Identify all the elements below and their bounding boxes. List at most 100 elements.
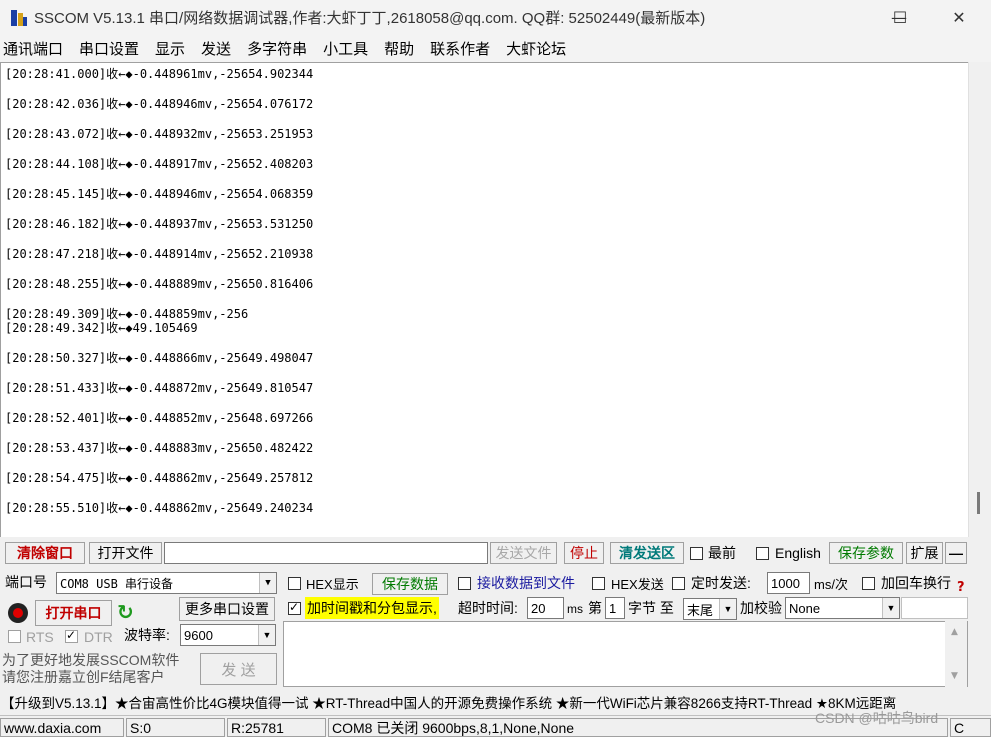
hex-send-label: HEX发送 (611, 576, 664, 592)
checksum-select-value: None (789, 600, 821, 616)
sscom-window: SSCOM V5.13.1 串口/网络数据调试器,作者:大虾丁丁,2618058… (0, 0, 991, 737)
hex-send-checkbox[interactable] (592, 577, 605, 590)
chevron-down-icon: ▼ (259, 573, 276, 593)
menu-display[interactable]: 显示 (155, 38, 185, 59)
add-crlf-checkbox[interactable] (862, 577, 875, 590)
maximize-button[interactable]: ☐ (877, 0, 923, 35)
chevron-down-icon: ▼ (258, 625, 275, 645)
save-params-button[interactable]: 保存参数 (829, 542, 903, 564)
receive-line: [20:28:50.327]收←◆-0.448866mv,-25649.4980… (5, 351, 314, 365)
timestamp-label: 加时间戳和分包显示, (305, 597, 439, 619)
send-area-scrollbar[interactable]: ▲ ▼ (945, 621, 967, 687)
dtr-checkbox[interactable] (65, 628, 78, 643)
checksum-result-field (901, 597, 968, 619)
help-question-icon[interactable]: ? (957, 580, 969, 596)
receive-line: [20:28:44.108]收←◆-0.448917mv,-25652.4082… (5, 157, 314, 171)
minimize-button-slot (829, 0, 875, 35)
baud-rate-value: 9600 (184, 627, 213, 643)
clear-send-area-button[interactable]: 清发送区 (610, 542, 684, 564)
receive-line: [20:28:42.036]收←◆-0.448946mv,-25654.0761… (5, 97, 314, 111)
receive-line: [20:28:47.218]收←◆-0.448914mv,-25652.2109… (5, 247, 314, 261)
rts-checkbox[interactable] (8, 630, 21, 643)
add-crlf-label: 加回车换行 (881, 575, 951, 591)
english-checkbox[interactable] (756, 547, 769, 560)
save-data-button[interactable]: 保存数据 (372, 573, 448, 595)
receive-line: [20:28:54.475]收←◆-0.448862mv,-25649.2578… (5, 471, 314, 485)
chevron-down-icon: ▼ (882, 598, 899, 618)
hex-display-label: HEX显示 (306, 576, 359, 592)
nth-label: 第 (588, 600, 602, 616)
window-title: SSCOM V5.13.1 串口/网络数据调试器,作者:大虾丁丁,2618058… (34, 10, 706, 27)
status-site-link[interactable]: www.daxia.com (0, 718, 124, 737)
baud-label: 波特率: (124, 627, 170, 643)
receive-line: [20:28:46.182]收←◆-0.448937mv,-25653.5312… (5, 217, 314, 231)
menu-multi-string[interactable]: 多字符串 (247, 38, 307, 59)
scrollbar-thumb[interactable] (977, 492, 980, 514)
receive-line: [20:28:49.342]收←◆49.105469 (5, 321, 198, 335)
timed-send-checkbox[interactable] (672, 577, 685, 590)
receive-area[interactable]: [20:28:41.000]收←◆-0.448961mv,-25654.9023… (0, 62, 968, 537)
close-button[interactable]: ✕ (936, 0, 982, 35)
stop-button[interactable]: 停止 (564, 542, 604, 564)
menu-help[interactable]: 帮助 (384, 38, 414, 59)
recv-to-file-label[interactable]: 接收数据到文件 (477, 572, 575, 594)
port-label: 端口号 (5, 574, 47, 590)
receive-line: [20:28:43.072]收←◆-0.448932mv,-25653.2519… (5, 127, 314, 141)
rts-label: RTS (26, 629, 54, 645)
port-select[interactable]: COM8 USB 串行设备 ▼ (56, 572, 277, 594)
receive-line: [20:28:48.255]收←◆-0.448889mv,-25650.8164… (5, 277, 314, 291)
receive-line: [20:28:45.145]收←◆-0.448946mv,-25654.0683… (5, 187, 314, 201)
timeout-unit-label: ms (567, 602, 583, 616)
receive-line: [20:28:52.401]收←◆-0.448852mv,-25648.6972… (5, 411, 314, 425)
recv-to-file-checkbox[interactable] (458, 577, 471, 590)
receive-line: [20:28:53.437]收←◆-0.448883mv,-25650.4824… (5, 441, 314, 455)
interval-input[interactable]: 1000 (767, 572, 810, 594)
checksum-label: 加校验 (740, 600, 782, 616)
top-most-label: 最前 (708, 545, 736, 561)
title-bar: SSCOM V5.13.1 串口/网络数据调试器,作者:大虾丁丁,2618058… (0, 0, 991, 35)
checksum-select[interactable]: None ▼ (785, 597, 900, 619)
clear-window-button[interactable]: 清除窗口 (5, 542, 85, 564)
status-sent-count: S:0 (126, 718, 225, 737)
watermark-text: CSDN @咕咕鸟bird (815, 710, 939, 726)
interval-unit-label: ms/次 (814, 576, 848, 592)
open-file-button[interactable]: 打开文件 (89, 542, 162, 564)
scroll-down-icon[interactable]: ▼ (951, 671, 958, 681)
menu-tools[interactable]: 小工具 (323, 38, 368, 59)
timestamp-checkbox[interactable] (288, 600, 301, 615)
baud-rate-select[interactable]: 9600 ▼ (180, 624, 276, 646)
receive-line: [20:28:51.433]收←◆-0.448872mv,-25649.8105… (5, 381, 314, 395)
more-serial-settings-button[interactable]: 更多串口设置 (179, 597, 275, 621)
nth-byte-input[interactable]: 1 (605, 597, 625, 619)
promo-line-2: 请您注册嘉立创F结尾客户 (2, 669, 165, 685)
english-label: English (775, 545, 821, 561)
send-text-area[interactable] (283, 621, 968, 687)
timed-send-label: 定时发送: (691, 575, 751, 591)
status-received-count: R:25781 (227, 718, 326, 737)
open-port-button[interactable]: 打开串口 (35, 600, 112, 626)
receive-line: [20:28:49.309]收←◆-0.448859mv,-256 (5, 307, 249, 321)
menu-send[interactable]: 发送 (201, 38, 231, 59)
scroll-up-icon[interactable]: ▲ (951, 627, 958, 637)
byte-to-label: 字节 至 (628, 600, 674, 616)
end-select[interactable]: 末尾 ▼ (683, 598, 737, 620)
receive-line: [20:28:55.510]收←◆-0.448862mv,-25649.2402… (5, 501, 314, 515)
hex-display-checkbox[interactable] (288, 577, 301, 590)
send-button[interactable]: 发 送 (200, 653, 277, 685)
collapse-button[interactable]: — (945, 542, 967, 564)
menu-serial-settings[interactable]: 串口设置 (79, 38, 139, 59)
send-file-button[interactable]: 发送文件 (490, 542, 557, 564)
menu-comm-port[interactable]: 通讯端口 (3, 38, 63, 59)
end-select-value: 末尾 (687, 602, 714, 618)
refresh-icon[interactable]: ↻ (117, 600, 139, 624)
file-path-input[interactable] (164, 542, 488, 564)
top-most-checkbox[interactable] (690, 547, 703, 560)
dtr-label: DTR (84, 629, 113, 645)
menu-contact-author[interactable]: 联系作者 (430, 38, 490, 59)
timeout-input[interactable]: 20 (527, 597, 564, 619)
menu-forum[interactable]: 大虾论坛 (506, 38, 566, 59)
chevron-down-icon: ▼ (719, 599, 736, 619)
receive-scrollbar[interactable] (968, 62, 991, 537)
expand-button[interactable]: 扩展 (906, 542, 943, 564)
timeout-label: 超时时间: (458, 600, 518, 616)
